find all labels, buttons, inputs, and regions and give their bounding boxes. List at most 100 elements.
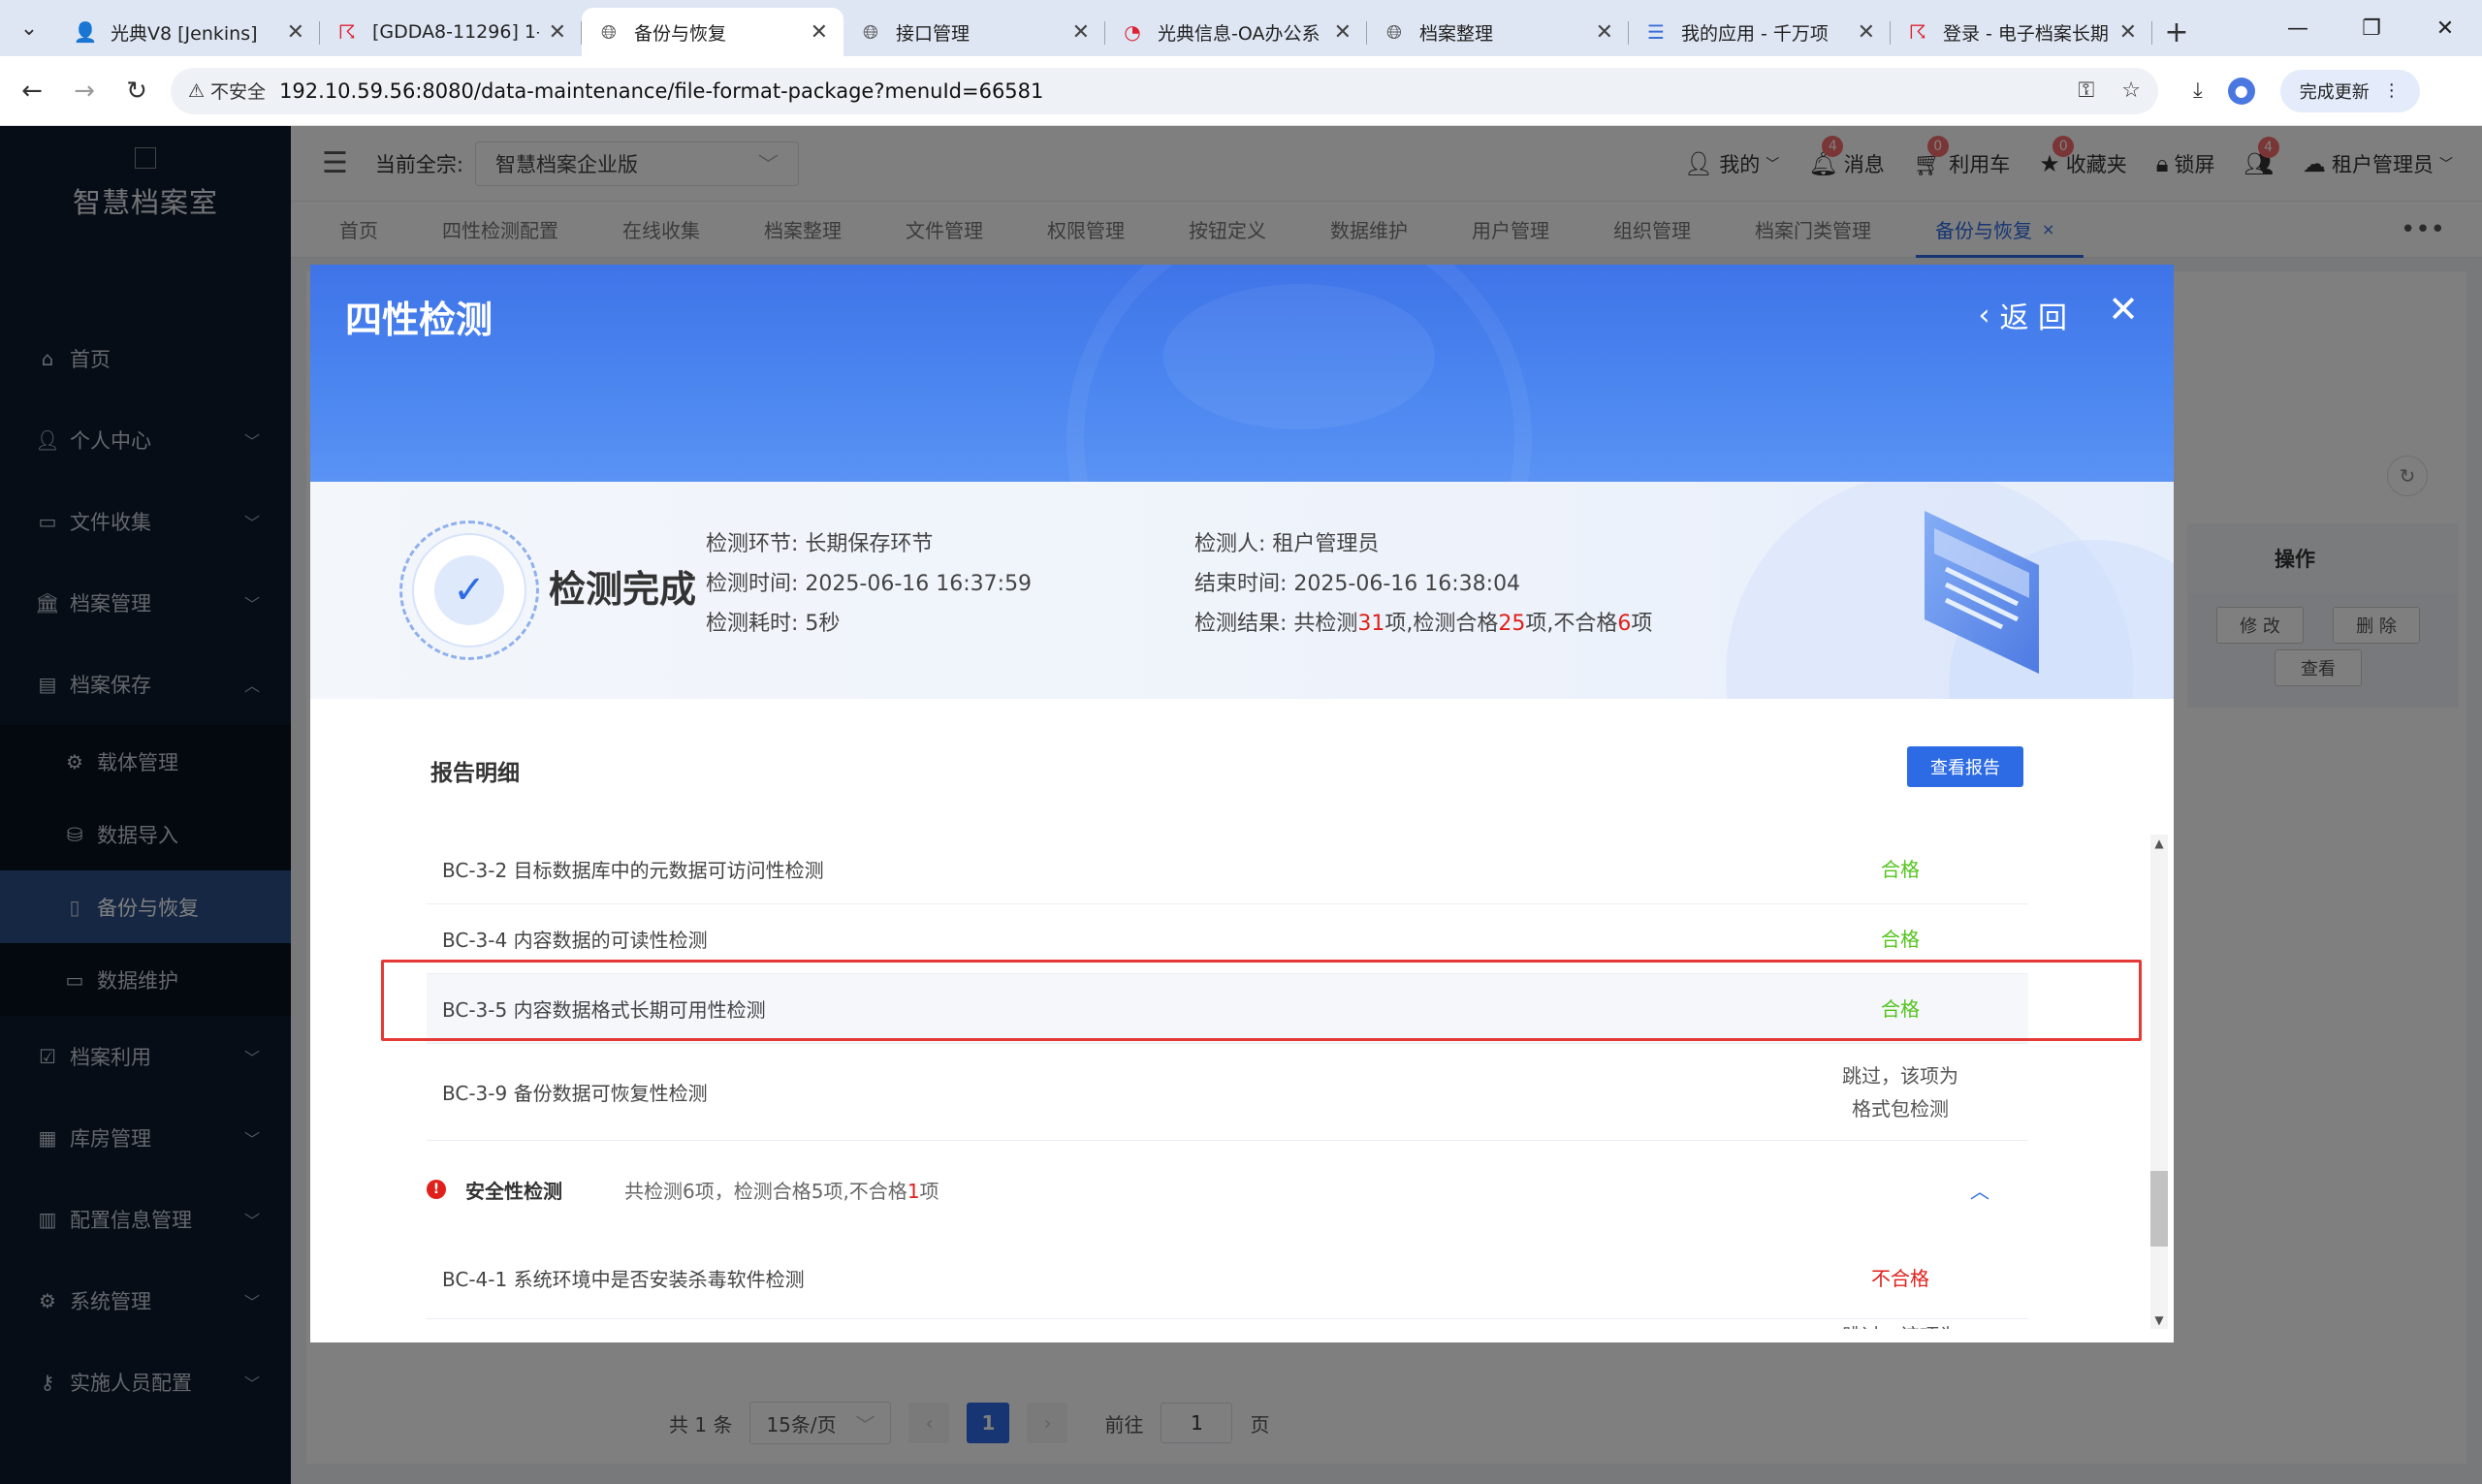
minimize-icon[interactable]: — [2261,0,2335,56]
scroll-up-icon[interactable]: ▲ [2150,835,2168,852]
url-path: :8080/data-maintenance/file-format-packa… [415,79,1044,103]
list-item[interactable]: 跳过，该项为 [427,1319,2028,1329]
jenkins-icon: 👤 [73,20,98,44]
browser-tab[interactable]: 👤 光典V8 [Jenkins] ✕ [58,8,320,56]
chevron-down-icon: ⌄ [19,16,39,41]
tab-title: 光典信息-OA办公系 [1158,22,1321,45]
tab-title: 光典V8 [Jenkins] [111,22,258,45]
view-report-button[interactable]: 查看报告 [1907,746,2023,787]
profile-avatar[interactable]: ● [2227,77,2255,105]
back-button[interactable]: ‹ 返 回 [1978,294,2067,336]
plus-icon: + [2164,15,2189,49]
report-list: BC-3-2 目标数据库中的元数据可访问性检测 合格 BC-3-4 内容数据的可… [427,835,2044,1329]
browser-tab[interactable]: ☰ 我的应用 - 千万项 ✕ [1629,8,1891,56]
window-controls: — ❐ ✕ [2261,0,2482,56]
check-duration: 检测耗时: 5秒 [706,612,841,636]
reload-icon: ↻ [126,76,147,106]
close-icon[interactable]: ✕ [2108,288,2139,331]
back-button[interactable]: ← [6,65,58,117]
close-icon[interactable]: ✕ [1858,20,1875,45]
download-icon[interactable]: ⤓ [2193,79,2203,103]
restore-icon[interactable]: ❐ [2335,0,2408,56]
new-tab-button[interactable]: + [2152,8,2201,56]
browser-tab[interactable]: ☈ [GDDA8-11296] 1- ✕ [320,8,582,56]
check-end-time: 结束时间: 2025-06-16 16:38:04 [1194,572,1521,596]
list-item[interactable]: BC-3-4 内容数据的可读性检测 合格 [427,904,2028,974]
back-label: 返 回 [1999,301,2067,335]
browser-tab[interactable]: ☈ 登录 - 电子档案长期 ✕ [1891,8,2152,56]
item-name: BC-3-9 备份数据可恢复性检测 [442,1082,708,1105]
key-icon[interactable]: ⚿ [2079,79,2095,103]
item-status: 合格 [1881,857,1920,881]
close-icon[interactable]: ✕ [1596,20,1613,45]
item-status: 合格 [1881,927,1920,951]
close-icon[interactable]: ✕ [2119,20,2137,45]
close-window-icon[interactable]: ✕ [2408,0,2482,56]
forward-button[interactable]: → [58,65,111,117]
summary-col-right: 检测人: 租户管理员 结束时间: 2025-06-16 16:38:04 检测结… [1194,524,1652,644]
item-status: 合格 [1881,996,1920,1021]
list-item[interactable]: BC-3-2 目标数据库中的元数据可访问性检测 合格 [427,835,2028,904]
reload-button[interactable]: ↻ [111,65,163,117]
chevron-left-icon: ‹ [1978,298,1990,332]
item-name: BC-3-2 目标数据库中的元数据可访问性检测 [442,859,824,882]
group-name: 安全性检测 [465,1179,562,1203]
tab-title: [GDDA8-11296] 1- [372,21,539,43]
close-icon[interactable]: ✕ [1072,20,1090,45]
jira-icon: ☈ [1909,20,1926,44]
modal-banner: 四性检测 ‹ 返 回 ✕ [310,265,2174,482]
tab-search-button[interactable]: ⌄ [0,0,58,56]
result-total: 31 [1357,612,1385,636]
close-icon[interactable]: ✕ [549,20,566,45]
list-item-highlighted[interactable]: BC-3-5 内容数据格式长期可用性检测 合格 [427,974,2028,1044]
result-pass: 25 [1498,612,1526,636]
list-item[interactable]: BC-3-9 备份数据可恢复性检测 跳过，该项为 格式包检测 [427,1044,2028,1141]
browser-tab-active[interactable]: 🌐︎ 备份与恢复 ✕ [582,8,843,56]
scroll-down-icon[interactable]: ▼ [2150,1311,2168,1329]
check-result: 检测结果: 共检测31项,检测合格25项,不合格6项 [1194,612,1653,636]
oa-icon: ◔ [1124,20,1141,44]
list-item[interactable]: BC-4-1 系统环境中是否安装杀毒软件检测 不合格 [427,1238,2028,1319]
tab-title: 我的应用 - 千万项 [1681,22,1829,45]
done-text: 检测完成 [549,568,697,611]
tab-title: 档案整理 [1419,22,1494,45]
item-status: 跳过，该项为 [1823,1319,1978,1329]
address-bar[interactable]: ⚠ 不安全 192.10.59.56:8080/data-maintenance/… [171,67,2158,114]
globe-icon: 🌐︎ [863,20,878,44]
globe-icon: 🌐︎ [601,20,617,44]
more-vert-icon: ⋮ [2382,80,2401,101]
group-security[interactable]: ! 安全性检测 共检测6项，检测合格5项,不合格1项 ︿ [427,1141,2028,1238]
item-name: BC-3-4 内容数据的可读性检测 [442,929,708,952]
check-inspector: 检测人: 租户管理员 [1194,532,1380,556]
browser-tab[interactable]: 🌐︎ 档案整理 ✕ [1367,8,1629,56]
result-fail: 6 [1617,612,1632,636]
close-icon[interactable]: ✕ [287,20,304,45]
arrow-left-icon: ← [21,76,43,106]
browser-tab[interactable]: ◔ 光典信息-OA办公系 ✕ [1105,8,1367,56]
close-icon[interactable]: ✕ [811,20,828,45]
browser-toolbar: ← → ↻ ⚠ 不安全 192.10.59.56:8080/data-mainte… [0,56,2482,126]
insecure-label: 不安全 [210,81,267,103]
tab-title: 备份与恢复 [634,22,727,45]
item-status: 不合格 [1871,1266,1929,1290]
browser-tabbar: ⌄ 👤 光典V8 [Jenkins] ✕ ☈ [GDDA8-11296] 1- … [0,0,2482,56]
arrow-right-icon: → [74,76,95,106]
close-icon[interactable]: ✕ [1334,20,1352,45]
browser-tab[interactable]: 🌐︎ 接口管理 ✕ [843,8,1105,56]
star-icon[interactable]: ☆ [2121,79,2141,103]
url-host: 192.10.59.56 [279,79,416,103]
chevron-up-icon[interactable]: ︿ [1970,1176,1989,1204]
security-indicator[interactable]: ⚠ 不安全 [188,78,266,104]
check-summary: ✓ 检测完成 检测环节: 长期保存环节 检测时间: 2025-06-16 16:… [310,482,2174,699]
scrollbar-thumb[interactable] [2150,1171,2168,1247]
group-summary: 共检测6项，检测合格5项,不合格1项 [624,1179,939,1203]
tab-title: 接口管理 [896,22,971,45]
check-complete-icon: ✓ [399,521,539,660]
update-button[interactable]: 完成更新 ⋮ [2279,69,2420,112]
scrollbar-track[interactable] [2150,835,2168,1329]
update-label: 完成更新 [2299,81,2370,103]
jira-icon: ☈ [338,20,356,44]
globe-icon: 🌐︎ [1386,20,1402,44]
summary-col-left: 检测环节: 长期保存环节 检测时间: 2025-06-16 16:37:59 检… [706,524,1032,644]
document-illustration [1925,511,2039,674]
